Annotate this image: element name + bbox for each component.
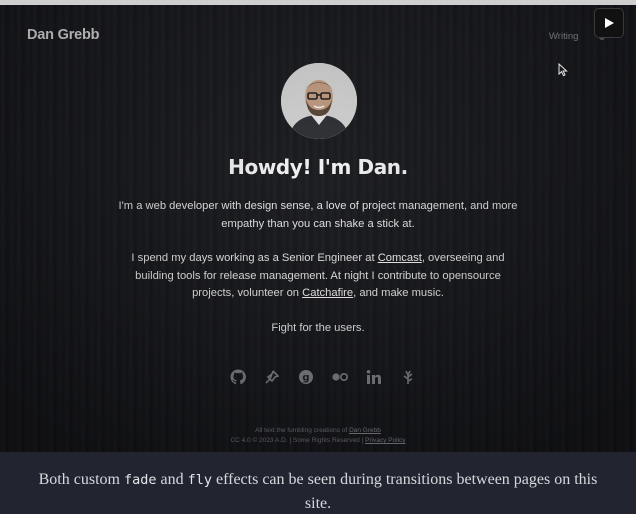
caption-code-fly: fly: [187, 472, 212, 488]
linkedin-icon[interactable]: [364, 367, 384, 387]
flickr-icon[interactable]: [330, 367, 350, 387]
catchafire-link[interactable]: Catchafire: [302, 287, 353, 299]
footer-line-1: All text the fumbling creations of Dan G…: [0, 426, 636, 436]
nav-writing-link[interactable]: Writing: [549, 31, 578, 42]
caption-text-before: Both custom: [38, 471, 124, 488]
comcast-link[interactable]: Comcast: [378, 252, 422, 264]
goodreads-icon[interactable]: g: [296, 367, 316, 387]
footer-rights-text: 2023 A.D. | Some Rights Reserved |: [257, 437, 366, 444]
video-frame[interactable]: Dan Grebb Writing Howdy! I'm Dan. I'm a …: [0, 5, 636, 452]
intro-paragraph: I'm a web developer with design sense, a…: [118, 200, 518, 230]
leaf-icon[interactable]: [398, 367, 418, 387]
play-icon: [605, 18, 614, 28]
privacy-policy-link[interactable]: Privacy Policy: [365, 437, 405, 444]
work-suffix-text: , and make music.: [353, 287, 444, 299]
caption-text-after: effects can be seen during transitions b…: [211, 471, 598, 512]
footer-license-text: CC 4.0: [230, 437, 253, 444]
footer-author-link[interactable]: Dan Grebb: [349, 427, 381, 434]
mouse-cursor-icon: [558, 62, 568, 82]
github-icon[interactable]: [228, 367, 248, 387]
svg-text:g: g: [302, 373, 309, 384]
pin-icon[interactable]: [262, 367, 282, 387]
avatar-photo: [281, 63, 357, 139]
caption: Both custom fade and fly effects can be …: [0, 452, 636, 514]
page-title: Howdy! I'm Dan.: [228, 155, 408, 179]
work-prefix-text: I spend my days working as a Senior Engi…: [131, 252, 378, 264]
work-paragraph: I spend my days working as a Senior Engi…: [118, 250, 518, 303]
caption-text-middle: and: [156, 471, 188, 488]
caption-code-fade: fade: [123, 472, 157, 488]
play-button[interactable]: [594, 8, 624, 38]
footer-line-2: CC 4.0 © 2023 A.D. | Some Rights Reserve…: [0, 436, 636, 446]
motto-text: Fight for the users.: [271, 322, 365, 334]
site-logo[interactable]: Dan Grebb: [27, 27, 100, 43]
avatar: [281, 63, 357, 139]
social-links: g: [228, 367, 418, 387]
footer-credit-text: All text the fumbling creations of: [255, 427, 350, 434]
footer: All text the fumbling creations of Dan G…: [0, 426, 636, 446]
